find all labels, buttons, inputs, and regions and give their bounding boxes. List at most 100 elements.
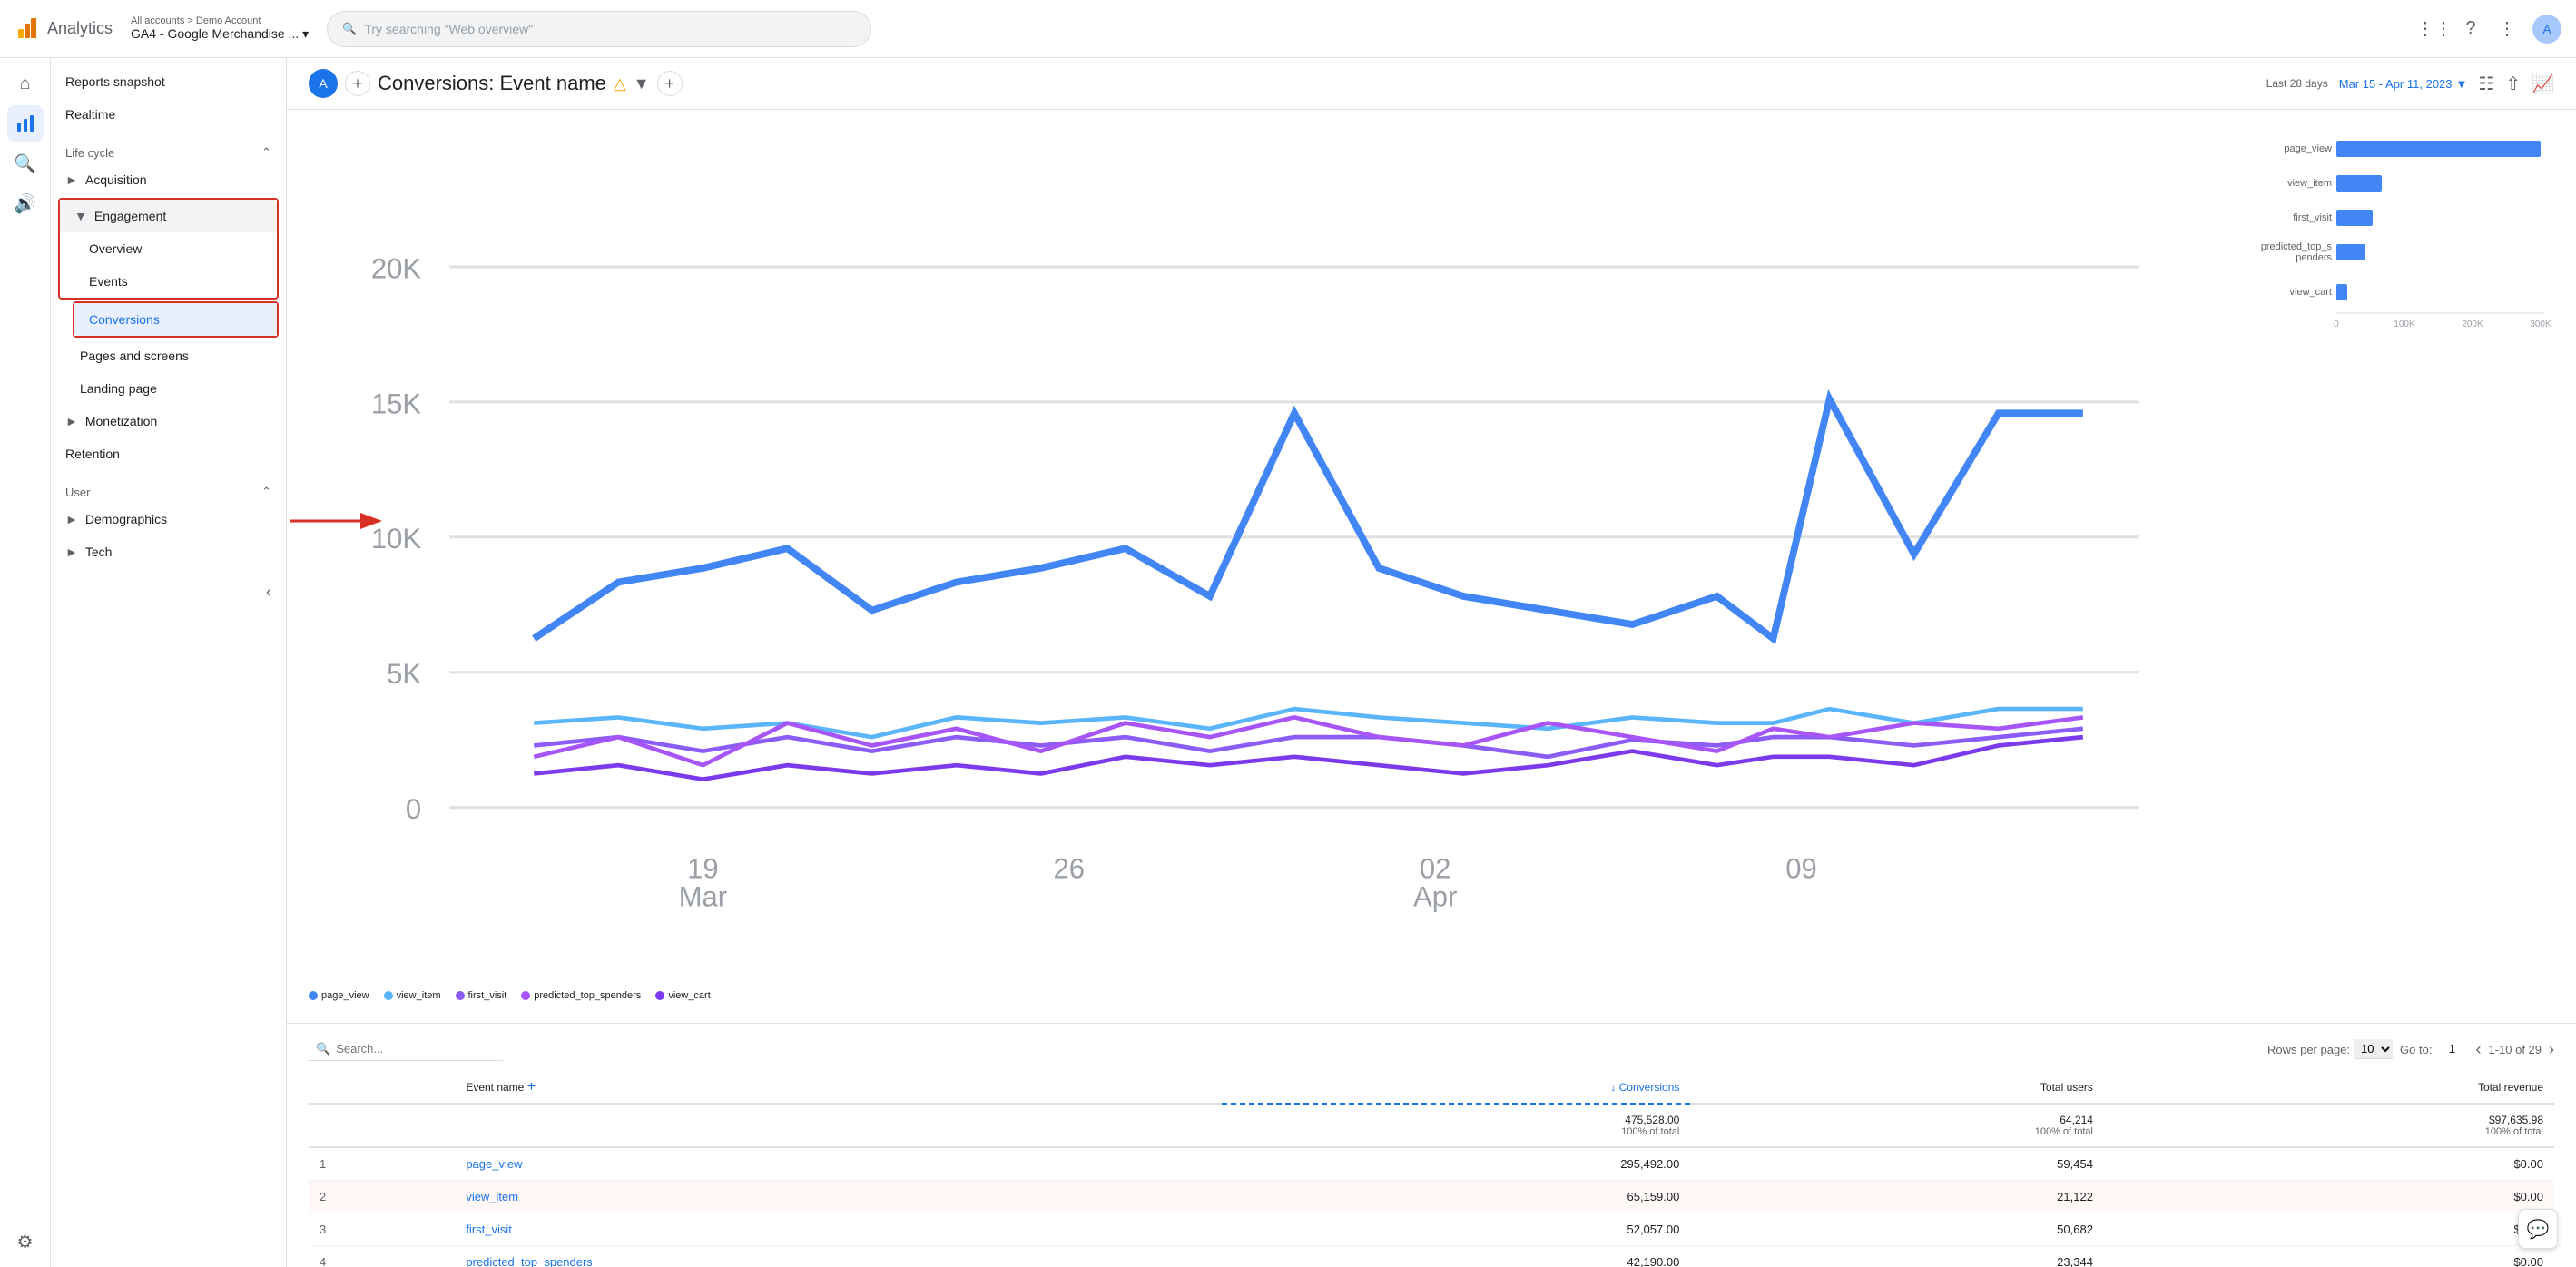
svg-text:15K: 15K [371, 388, 421, 419]
event-link[interactable]: page_view [466, 1157, 522, 1171]
line-chart: 0 5K 10K 15K 20K 19 Mar 26 02 Apr 09 [309, 132, 2224, 1001]
add-comparison-button[interactable]: + [345, 71, 370, 96]
sidebar-collapse-btn[interactable]: ‹ [266, 583, 271, 602]
sidebar-item-conversions[interactable]: Conversions [74, 303, 277, 336]
breadcrumb-all[interactable]: All accounts [131, 15, 184, 26]
rank-cell: 1 [309, 1147, 455, 1181]
lifecycle-collapse-icon[interactable]: ⌃ [261, 145, 271, 160]
revenue-cell: $0.00 [2104, 1180, 2554, 1213]
prev-page-btn[interactable]: ‹ [2475, 1040, 2481, 1059]
sidebar-item-events[interactable]: Events [60, 265, 277, 298]
event-link[interactable]: predicted_top_spenders [466, 1255, 593, 1267]
sidebar-label: Engagement [94, 209, 166, 223]
share-icon[interactable]: ⇧ [2505, 73, 2521, 95]
legend-label-first-visit: first_visit [468, 990, 507, 1001]
customize-icon[interactable]: ☷ [2478, 73, 2494, 95]
table-search-input[interactable] [336, 1042, 496, 1056]
date-range-selector[interactable]: Mar 15 - Apr 11, 2023 ▼ [2339, 77, 2468, 91]
user-section: User ⌃ [51, 470, 286, 503]
search-icon: 🔍 [342, 22, 357, 36]
breadcrumb: All accounts > Demo Account [131, 15, 309, 26]
event-link[interactable]: view_item [466, 1190, 518, 1203]
date-range-text: Mar 15 - Apr 11, 2023 [2339, 77, 2453, 91]
sidebar-item-demographics[interactable]: ► Demographics [51, 503, 286, 535]
sidebar-item-landing[interactable]: Landing page [51, 372, 286, 405]
svg-text:Apr: Apr [1413, 880, 1457, 912]
users-cell: 50,682 [1690, 1213, 2104, 1245]
go-to-label: Go to: [2400, 1043, 2432, 1056]
more-icon[interactable]: ⋮ [2496, 18, 2518, 40]
apps-icon[interactable]: ⋮⋮ [2424, 18, 2445, 40]
svg-text:penders: penders [2296, 252, 2332, 263]
rank-cell: 2 [309, 1180, 455, 1213]
lifecycle-section: Life cycle ⌃ [51, 131, 286, 163]
rail-settings[interactable]: ⚙ [7, 1223, 44, 1260]
totals-rank-cell [309, 1104, 455, 1147]
col-total-revenue[interactable]: Total revenue [2104, 1072, 2554, 1104]
account-selector[interactable]: All accounts > Demo Account GA4 - Google… [131, 15, 309, 42]
rank-cell: 3 [309, 1213, 455, 1245]
svg-text:0: 0 [406, 793, 421, 825]
svg-text:5K: 5K [387, 658, 421, 690]
sidebar-item-acquisition[interactable]: ► Acquisition [51, 163, 286, 196]
rail-advertising[interactable]: 🔊 [7, 185, 44, 221]
title-dropdown-icon[interactable]: ▼ [634, 74, 650, 93]
col-total-users[interactable]: Total users [1690, 1072, 2104, 1104]
sidebar-item-pages[interactable]: Pages and screens [51, 339, 286, 372]
rows-per-page-select[interactable]: 10 25 50 [2354, 1039, 2393, 1059]
col-conversions[interactable]: ↓ Conversions [1222, 1072, 1691, 1104]
add-column-button[interactable]: + [527, 1079, 536, 1095]
add-metric-button[interactable]: + [657, 71, 683, 96]
svg-text:02: 02 [1420, 852, 1451, 884]
analytics-logo-icon [15, 16, 40, 42]
chat-button[interactable]: 💬 [2518, 1209, 2558, 1249]
avatar[interactable]: A [2532, 15, 2561, 44]
sidebar-item-realtime[interactable]: Realtime [51, 98, 286, 131]
next-page-btn[interactable]: › [2549, 1040, 2554, 1059]
rail-home[interactable]: ⌂ [7, 65, 44, 102]
svg-text:10K: 10K [371, 523, 421, 555]
property-selector[interactable]: GA4 - Google Merchandise ... ▾ [131, 26, 309, 42]
page-title-text: Conversions: Event name [378, 72, 606, 95]
col-rank [309, 1072, 455, 1104]
logo-area: Analytics [15, 16, 120, 42]
sidebar-label: Acquisition [85, 172, 147, 187]
user-collapse-icon[interactable]: ⌃ [261, 485, 271, 499]
date-dropdown-icon: ▼ [2456, 77, 2468, 91]
topbar-right: ⋮⋮ ? ⋮ A [2424, 15, 2561, 44]
svg-text:200K: 200K [2462, 319, 2483, 329]
chat-icon: 💬 [2527, 1218, 2550, 1241]
svg-text:page_view: page_view [2284, 143, 2332, 154]
table-search-box[interactable]: 🔍 [309, 1038, 503, 1061]
sidebar-item-monetization[interactable]: ► Monetization [51, 405, 286, 437]
chart-area: 0 5K 10K 15K 20K 19 Mar 26 02 Apr 09 [287, 110, 2576, 1024]
go-to: Go to: [2400, 1042, 2468, 1056]
tech-expand-icon: ► [65, 545, 78, 559]
trend-icon[interactable]: 📈 [2532, 73, 2554, 95]
sidebar-label: Reports snapshot [65, 74, 165, 89]
svg-text:view_item: view_item [2287, 178, 2332, 189]
event-cell: first_visit [455, 1213, 1221, 1245]
main-content: A + Conversions: Event name △ ▼ + Last 2… [287, 58, 2576, 1267]
rail-reports[interactable] [7, 105, 44, 142]
sidebar-item-overview[interactable]: Overview [60, 232, 277, 265]
sidebar-item-tech[interactable]: ► Tech [51, 535, 286, 568]
search-bar[interactable]: 🔍 Try searching "Web overview" [327, 11, 871, 47]
event-link[interactable]: first_visit [466, 1223, 512, 1236]
svg-text:300K: 300K [2530, 319, 2551, 329]
page-input[interactable] [2435, 1042, 2468, 1056]
rail-explore[interactable]: 🔍 [7, 145, 44, 182]
sidebar-item-retention[interactable]: Retention [51, 437, 286, 470]
user-label: User [65, 486, 90, 499]
sidebar-label: Realtime [65, 107, 115, 122]
revenue-cell: $0.00 [2104, 1245, 2554, 1267]
legend-dot-predicted [521, 991, 530, 1000]
svg-text:20K: 20K [371, 252, 421, 284]
sidebar-item-reports-snapshot[interactable]: Reports snapshot [51, 65, 286, 98]
help-icon[interactable]: ? [2460, 18, 2482, 40]
col-event-name[interactable]: Event name + [455, 1072, 1221, 1104]
app-title: Analytics [47, 19, 113, 38]
table-row: 3 first_visit 52,057.00 50,682 $0.00 [309, 1213, 2554, 1245]
sidebar-item-engagement[interactable]: ▼ Engagement [60, 200, 277, 232]
sidebar-label: Demographics [85, 512, 167, 526]
